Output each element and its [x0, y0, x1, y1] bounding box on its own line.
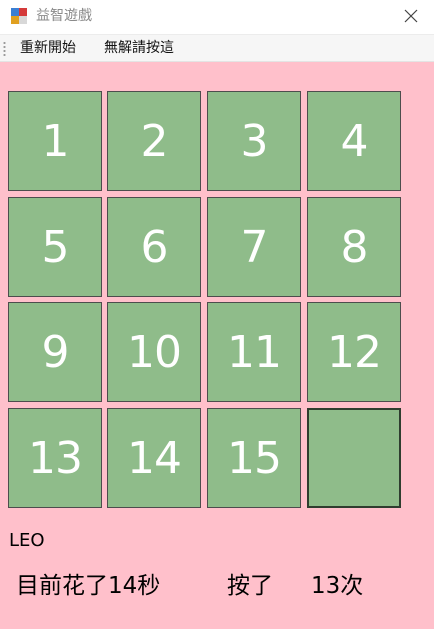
tile-5[interactable]: 5 — [8, 197, 102, 297]
close-button[interactable] — [388, 0, 434, 34]
game-area: 1 2 3 4 5 6 7 8 9 10 11 12 13 14 15 — [0, 62, 434, 629]
empty-tile[interactable] — [307, 408, 401, 508]
tile-13[interactable]: 13 — [8, 408, 102, 508]
menu-grip-icon[interactable] — [3, 41, 6, 56]
tile-10[interactable]: 10 — [107, 302, 201, 402]
tile-1[interactable]: 1 — [8, 91, 102, 191]
tile-7[interactable]: 7 — [207, 197, 301, 297]
tile-15[interactable]: 15 — [207, 408, 301, 508]
elapsed-time-label: 目前花了14秒 — [16, 573, 161, 599]
tile-4[interactable]: 4 — [307, 91, 401, 191]
tile-8[interactable]: 8 — [307, 197, 401, 297]
menu-bar: 重新開始 無解請按這 — [0, 34, 434, 62]
tile-9[interactable]: 9 — [8, 302, 102, 402]
player-name: LEO — [9, 530, 45, 551]
move-count-label: 13次 — [311, 573, 364, 599]
tile-2[interactable]: 2 — [107, 91, 201, 191]
tile-3[interactable]: 3 — [207, 91, 301, 191]
tile-11[interactable]: 11 — [207, 302, 301, 402]
unsolvable-menu-item[interactable]: 無解請按這 — [104, 35, 174, 62]
app-icon — [10, 7, 28, 25]
tile-6[interactable]: 6 — [107, 197, 201, 297]
window-title: 益智遊戲 — [36, 8, 92, 24]
tile-12[interactable]: 12 — [307, 302, 401, 402]
press-label: 按了 — [227, 573, 273, 599]
tile-14[interactable]: 14 — [107, 408, 201, 508]
close-icon — [404, 8, 418, 27]
title-bar: 益智遊戲 — [0, 0, 434, 34]
restart-menu-item[interactable]: 重新開始 — [20, 35, 76, 62]
